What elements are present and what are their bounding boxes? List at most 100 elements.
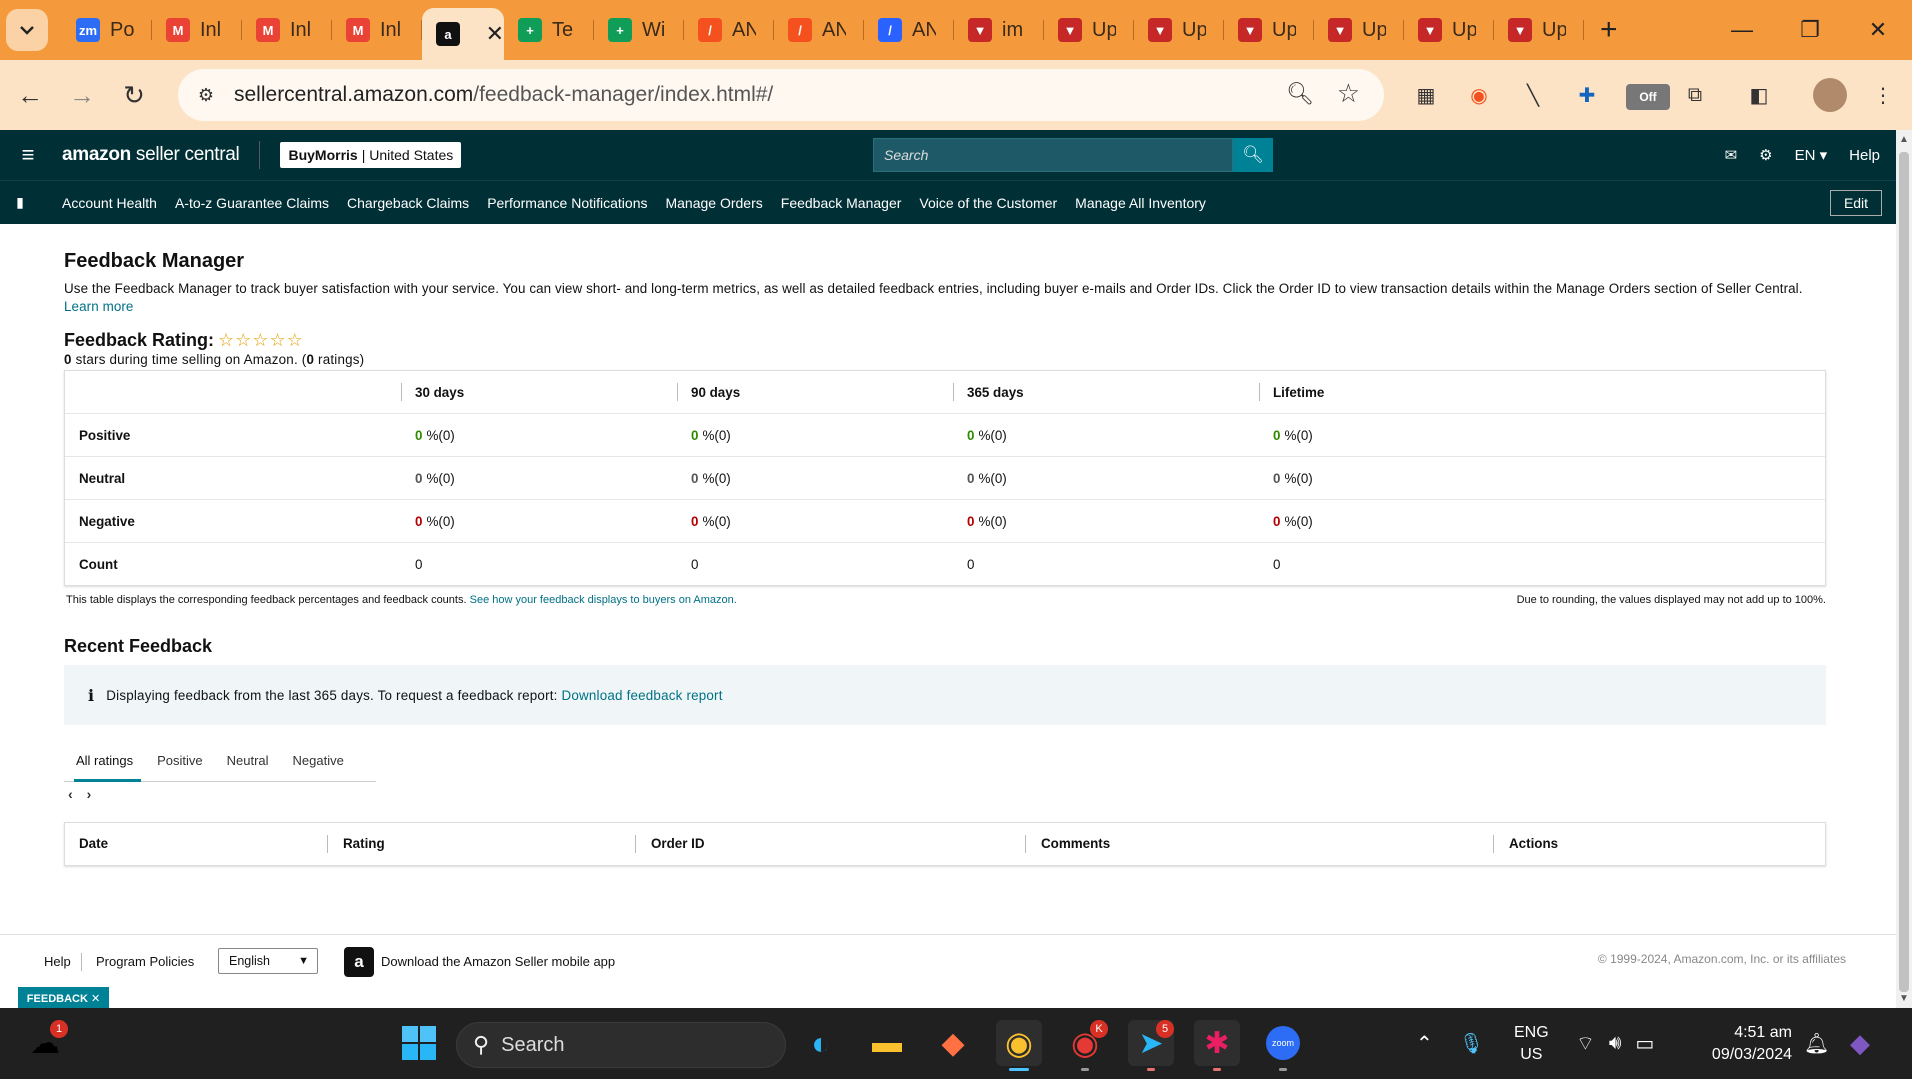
browser-tab[interactable]: / AN: [684, 8, 774, 52]
slack-icon[interactable]: ✱: [1194, 1020, 1240, 1071]
browser-tab[interactable]: a ✕: [422, 8, 504, 60]
previous-page-icon[interactable]: ‹: [68, 786, 73, 802]
bookmark-star-icon[interactable]: ☆: [1337, 78, 1360, 109]
notification-bell-icon[interactable]: 🔔︎: [1804, 1008, 1829, 1079]
qr-code-icon[interactable]: ▦: [1409, 78, 1443, 112]
filter-tab[interactable]: All ratings: [64, 740, 145, 782]
nav-link[interactable]: Manage All Inventory: [1075, 195, 1206, 211]
side-panel-icon[interactable]: ◧: [1742, 78, 1776, 112]
browser-tab[interactable]: ▼ Up: [1314, 8, 1404, 52]
footer-help-link[interactable]: Help: [44, 954, 71, 969]
nav-link[interactable]: Manage Orders: [665, 195, 762, 211]
clock[interactable]: 4:51 am 09/03/2024: [1698, 1008, 1792, 1079]
filter-tab[interactable]: Neutral: [215, 740, 281, 782]
weather-widget-icon[interactable]: ☁ 1: [22, 1020, 68, 1066]
profile-avatar[interactable]: [1813, 78, 1847, 112]
extension-circle-icon[interactable]: ◉: [1462, 78, 1496, 112]
site-info-icon[interactable]: ⚙: [188, 77, 224, 113]
microphone-icon[interactable]: 🎙︎: [1459, 1031, 1484, 1056]
browser-tab[interactable]: ▼ Up: [1044, 8, 1134, 52]
search-icon[interactable]: 🔍︎: [1233, 138, 1273, 172]
windows-start-icon[interactable]: [396, 1020, 442, 1066]
filter-tab[interactable]: Negative: [281, 740, 356, 782]
browser-tab[interactable]: M Inl: [242, 8, 332, 52]
feedback-button[interactable]: FEEDBACK ✕: [18, 987, 109, 1009]
column-header[interactable]: Date: [79, 836, 108, 851]
seller-central-logo[interactable]: amazon seller central: [62, 144, 240, 166]
edit-nav-button[interactable]: Edit: [1830, 190, 1882, 216]
tray-overflow-chevron-icon[interactable]: ⌃: [1416, 1031, 1433, 1056]
help-link[interactable]: Help: [1849, 147, 1880, 164]
zoom-icon[interactable]: 🔍︎: [1286, 81, 1314, 107]
browser-tab[interactable]: ▼ Up: [1404, 8, 1494, 52]
column-header[interactable]: Actions: [1509, 836, 1558, 851]
close-window-button[interactable]: ✕: [1844, 0, 1912, 60]
nav-link[interactable]: Voice of the Customer: [919, 195, 1057, 211]
back-button[interactable]: ←: [8, 73, 52, 117]
amazon-app-icon[interactable]: a: [344, 947, 374, 977]
nav-link[interactable]: Chargeback Claims: [347, 195, 469, 211]
nav-link[interactable]: Performance Notifications: [487, 195, 647, 211]
restore-button[interactable]: ❐: [1776, 0, 1844, 60]
browser-tab[interactable]: + Wi: [594, 8, 684, 52]
next-page-icon[interactable]: ›: [87, 786, 92, 802]
shield-extension-icon[interactable]: ✚: [1570, 78, 1604, 112]
browser-menu-icon[interactable]: ⋮: [1866, 78, 1900, 112]
browser-tab[interactable]: ▼ im: [954, 8, 1044, 52]
browser-tab[interactable]: ▼ Up: [1494, 8, 1584, 52]
scroll-down-arrow-icon[interactable]: ▼: [1899, 993, 1909, 1004]
network-sound-battery[interactable]: ⌔ 🔊︎ ▭: [1576, 1008, 1654, 1079]
bookmark-icon[interactable]: ▮: [0, 194, 40, 211]
new-tab-button[interactable]: +: [1600, 13, 1618, 47]
filter-tab[interactable]: Positive: [145, 740, 215, 782]
off-extension-icon[interactable]: Off: [1626, 84, 1670, 110]
minimize-button[interactable]: —: [1708, 0, 1776, 60]
seller-search-input[interactable]: Search: [873, 138, 1233, 172]
copilot-icon[interactable]: ◆: [1850, 1008, 1870, 1079]
page-scrollbar[interactable]: ▲ ▼: [1896, 130, 1912, 1008]
edge-browser-icon[interactable]: ◐: [798, 1020, 844, 1066]
zoom-app-icon[interactable]: zoom: [1260, 1020, 1306, 1071]
scroll-up-arrow-icon[interactable]: ▲: [1899, 134, 1909, 145]
input-language-indicator[interactable]: ENG US: [1514, 1008, 1549, 1079]
nav-link[interactable]: Feedback Manager: [781, 195, 902, 211]
nav-link[interactable]: A-to-z Guarantee Claims: [175, 195, 329, 211]
browser-tab[interactable]: M Inl: [152, 8, 242, 52]
feedback-display-link[interactable]: See how your feedback displays to buyers…: [470, 594, 737, 606]
taskbar-search[interactable]: ⚲ Search: [456, 1022, 786, 1068]
chrome-profile-icon[interactable]: ◉ K: [1062, 1020, 1108, 1071]
account-switcher[interactable]: BuyMorris | United States: [280, 142, 462, 168]
column-header[interactable]: Order ID: [651, 836, 705, 851]
download-feedback-report-link[interactable]: Download feedback report: [562, 688, 723, 703]
nav-link[interactable]: Account Health: [62, 195, 157, 211]
learn-more-link[interactable]: Learn more: [64, 299, 133, 314]
browser-tab[interactable]: ▼ Up: [1224, 8, 1314, 52]
chrome-icon[interactable]: ◉: [996, 1020, 1042, 1071]
address-bar[interactable]: ⚙ sellercentral.amazon.com/feedback-mana…: [178, 69, 1384, 121]
browser-tab[interactable]: / AN: [864, 8, 954, 52]
reload-button[interactable]: ↻: [112, 73, 156, 117]
brave-browser-icon[interactable]: ◆: [930, 1020, 976, 1066]
browser-tab[interactable]: M Inl: [332, 8, 422, 52]
browser-tab[interactable]: / AN: [774, 8, 864, 52]
extensions-puzzle-icon[interactable]: ⧉: [1678, 78, 1712, 112]
hamburger-menu-icon[interactable]: ≡: [8, 142, 48, 168]
language-selector[interactable]: EN ▾: [1795, 146, 1828, 164]
file-explorer-icon[interactable]: ▬: [864, 1020, 910, 1066]
forward-button[interactable]: →: [60, 73, 104, 117]
column-header[interactable]: Rating: [343, 836, 385, 851]
pen-extension-icon[interactable]: ╲: [1516, 78, 1550, 112]
settings-gear-icon[interactable]: ⚙: [1759, 146, 1772, 164]
close-tab-icon[interactable]: ✕: [486, 21, 504, 47]
column-header[interactable]: Comments: [1041, 836, 1110, 851]
mail-icon[interactable]: ✉: [1725, 146, 1738, 164]
tab-search-button[interactable]: [6, 9, 48, 51]
browser-tab[interactable]: ▼ Up: [1134, 8, 1224, 52]
scrollbar-thumb[interactable]: [1899, 152, 1909, 992]
browser-tab[interactable]: zm Po: [62, 8, 152, 52]
telegram-icon[interactable]: ➤ 5: [1128, 1020, 1174, 1071]
browser-tab[interactable]: + Te: [504, 8, 594, 52]
download-app-link[interactable]: Download the Amazon Seller mobile app: [381, 954, 615, 969]
footer-language-select[interactable]: English ▼: [218, 948, 318, 974]
program-policies-link[interactable]: Program Policies: [96, 954, 194, 969]
